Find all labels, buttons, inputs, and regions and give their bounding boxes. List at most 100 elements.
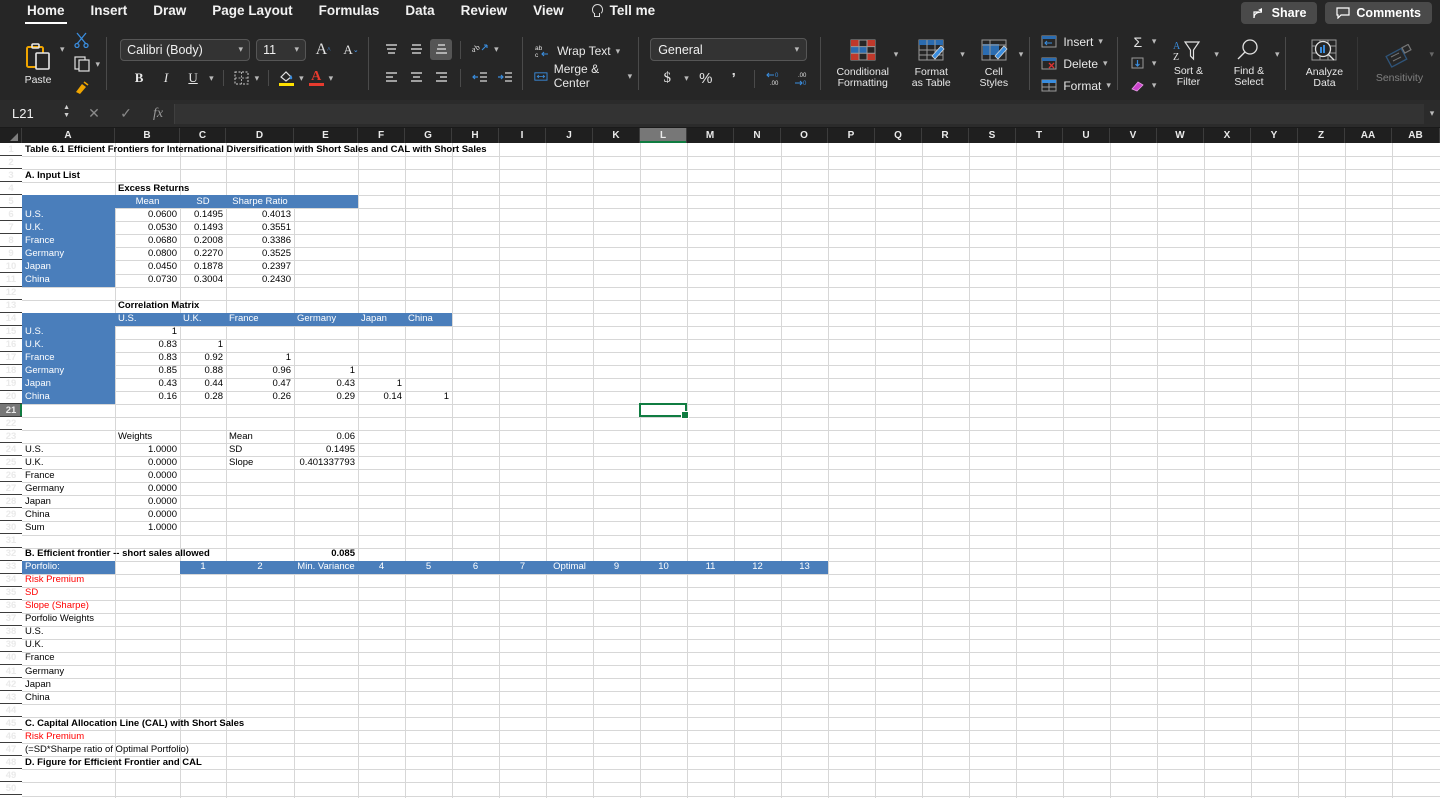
cell-F33[interactable]: 4 <box>358 561 405 574</box>
cell-E23[interactable]: 0.06 <box>294 430 358 443</box>
percent-button[interactable]: % <box>695 68 717 89</box>
row-header-22[interactable]: 22 <box>0 417 22 431</box>
cell-B6[interactable]: 0.0600 <box>115 208 180 221</box>
underline-button[interactable]: U <box>182 68 204 89</box>
row-header-13[interactable]: 13 <box>0 300 22 313</box>
cell-C10[interactable]: 0.1878 <box>180 260 226 273</box>
cell-B5[interactable]: Mean <box>115 195 180 208</box>
row-header-5[interactable]: 5 <box>0 195 22 209</box>
cell-A38[interactable]: U.S. <box>22 626 115 639</box>
cell-O33[interactable]: 13 <box>781 561 828 574</box>
autosum-button[interactable]: Σ ▾ <box>1129 33 1157 51</box>
sensitivity-button[interactable]: Sensitivity <box>1369 43 1429 84</box>
cell-B20[interactable]: 0.16 <box>115 391 180 404</box>
cell-D17[interactable]: 1 <box>226 352 294 365</box>
cell-A9[interactable]: Germany <box>22 247 115 260</box>
cell-D33[interactable]: 2 <box>226 561 294 574</box>
row-header-50[interactable]: 50 <box>0 782 22 796</box>
row-header-34[interactable]: 34 <box>0 574 22 587</box>
insert-cells-button[interactable]: Insert ▾ <box>1041 33 1111 51</box>
formula-bar-expand-chevron-down-icon[interactable]: ▾ <box>1424 108 1440 119</box>
cell-B18[interactable]: 0.85 <box>115 365 180 378</box>
cell-D23[interactable]: Mean <box>226 430 294 443</box>
row-header-2[interactable]: 2 <box>0 156 22 170</box>
cell-D11[interactable]: 0.2430 <box>226 274 294 287</box>
borders-chevron-down-icon[interactable]: ▾ <box>255 73 260 83</box>
cell-A27[interactable]: Germany <box>22 482 115 495</box>
row-header-23[interactable]: 23 <box>0 430 22 444</box>
cell-B4[interactable]: Excess Returns <box>115 182 192 195</box>
cell-C5[interactable]: SD <box>180 195 226 208</box>
cell-A39[interactable]: U.K. <box>22 639 115 652</box>
column-header-M[interactable]: M <box>687 128 734 143</box>
cell-C20[interactable]: 0.28 <box>180 391 226 404</box>
cell-B15[interactable]: 1 <box>115 326 180 339</box>
column-header-A[interactable]: A <box>22 128 115 143</box>
column-header-B[interactable]: B <box>115 128 180 143</box>
cell-E24[interactable]: 0.1495 <box>294 443 358 456</box>
cell-C16[interactable]: 1 <box>180 339 226 352</box>
column-header-U[interactable]: U <box>1063 128 1110 143</box>
cell-B28[interactable]: 0.0000 <box>115 495 180 508</box>
row-header-14[interactable]: 14 <box>0 313 22 326</box>
cell-A48[interactable]: D. Figure for Efficient Frontier and CAL <box>22 756 205 769</box>
wrap-text-chevron-down-icon[interactable]: ▾ <box>616 46 621 56</box>
row-header-41[interactable]: 41 <box>0 665 22 679</box>
cell-B26[interactable]: 0.0000 <box>115 469 180 482</box>
sort-filter-button[interactable]: A Z Sort & Filter <box>1162 39 1214 88</box>
cell-B27[interactable]: 0.0000 <box>115 482 180 495</box>
tab-insert[interactable]: Insert <box>78 0 141 27</box>
column-header-F[interactable]: F <box>358 128 405 143</box>
row-header-30[interactable]: 30 <box>0 521 22 535</box>
row-header-31[interactable]: 31 <box>0 535 22 548</box>
cell-B30[interactable]: 1.0000 <box>115 521 180 534</box>
tab-formulas[interactable]: Formulas <box>306 0 393 27</box>
cell-B10[interactable]: 0.0450 <box>115 260 180 273</box>
cell-A10[interactable]: Japan <box>22 260 115 273</box>
copy-icon[interactable] <box>73 56 91 72</box>
cell-C33[interactable]: 1 <box>180 561 226 574</box>
cell-A25[interactable]: U.K. <box>22 456 115 469</box>
cell-E32[interactable]: 0.085 <box>294 548 358 561</box>
row-header-36[interactable]: 36 <box>0 600 22 613</box>
find-select-button[interactable]: Find & Select <box>1223 39 1275 88</box>
cell-A16[interactable]: U.K. <box>22 339 115 352</box>
formula-input[interactable] <box>174 103 1424 124</box>
cell-I33[interactable]: 7 <box>499 561 546 574</box>
cell-D5[interactable]: Sharpe Ratio <box>226 195 294 208</box>
cell-A7[interactable]: U.K. <box>22 221 115 234</box>
name-box-spinner-icon[interactable]: ▲ ▼ <box>63 104 70 119</box>
row-header-49[interactable]: 49 <box>0 769 22 783</box>
row-header-25[interactable]: 25 <box>0 456 22 470</box>
conditional-formatting-button[interactable]: Conditional Formatting <box>832 38 894 89</box>
cell-A17[interactable]: France <box>22 352 115 365</box>
column-header-T[interactable]: T <box>1016 128 1063 143</box>
cell-A11[interactable]: China <box>22 274 115 287</box>
cell-B25[interactable]: 0.0000 <box>115 456 180 469</box>
row-header-27[interactable]: 27 <box>0 482 22 496</box>
cell-A24[interactable]: U.S. <box>22 443 115 456</box>
cell-A33[interactable]: Porfolio: <box>22 561 115 574</box>
cell-B17[interactable]: 0.83 <box>115 352 180 365</box>
cell-A40[interactable]: France <box>22 652 115 665</box>
row-header-43[interactable]: 43 <box>0 691 22 705</box>
cell-E25[interactable]: 0.401337793 <box>294 456 358 469</box>
cell-A34[interactable]: Risk Premium <box>22 574 115 587</box>
row-header-6[interactable]: 6 <box>0 208 22 222</box>
share-button[interactable]: Share <box>1240 2 1318 24</box>
row-header-48[interactable]: 48 <box>0 756 22 770</box>
cell-C7[interactable]: 0.1493 <box>180 221 226 234</box>
delete-cells-chevron-down-icon[interactable]: ▾ <box>1103 59 1108 68</box>
row-header-8[interactable]: 8 <box>0 234 22 248</box>
row-header-17[interactable]: 17 <box>0 352 22 365</box>
cell-D6[interactable]: 0.4013 <box>226 208 294 221</box>
cell-C11[interactable]: 0.3004 <box>180 274 226 287</box>
fill-color-button[interactable] <box>278 70 294 86</box>
number-format-select[interactable]: General ▾ <box>650 38 808 61</box>
cell-B9[interactable]: 0.0800 <box>115 247 180 260</box>
cell-C14[interactable]: U.K. <box>180 313 226 326</box>
column-header-O[interactable]: O <box>781 128 828 143</box>
tab-review[interactable]: Review <box>448 0 521 27</box>
clear-chevron-down-icon[interactable]: ▾ <box>1152 81 1157 90</box>
cell-A30[interactable]: Sum <box>22 521 115 534</box>
